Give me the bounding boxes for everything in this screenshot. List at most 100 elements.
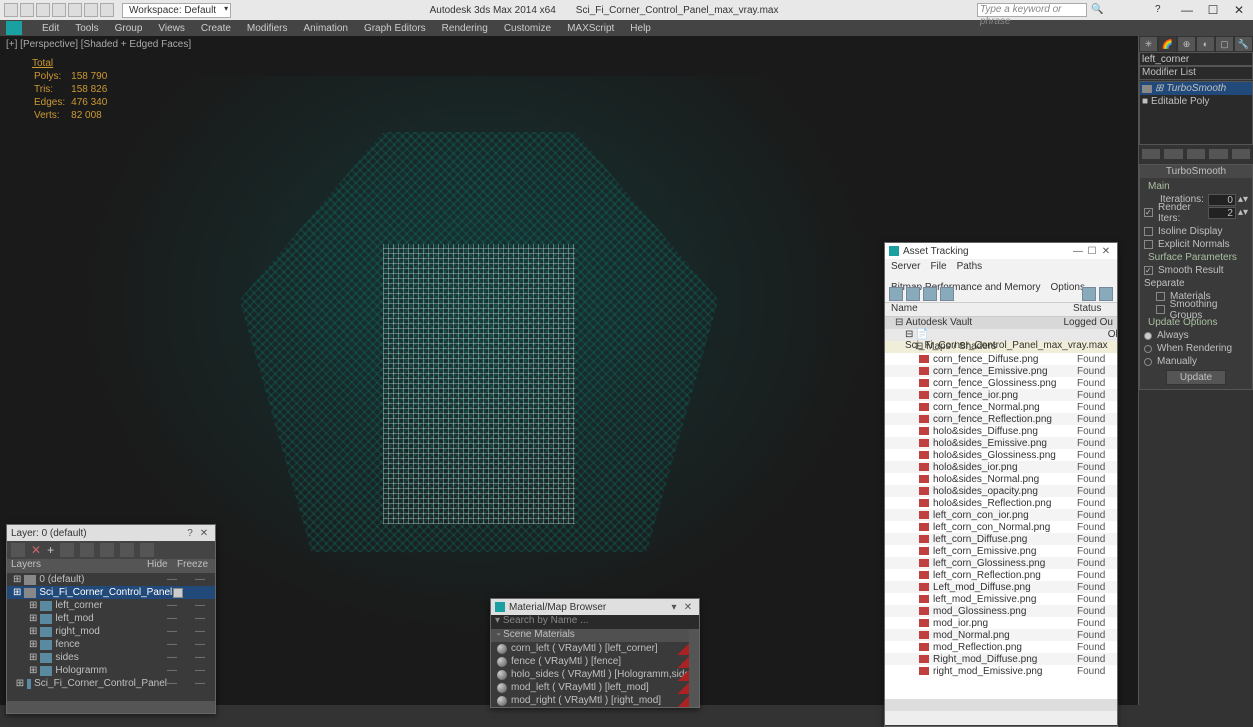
material-row[interactable]: mod_left ( VRayMtl ) [left_mod] [491,681,699,694]
make-unique-icon[interactable] [1186,148,1206,160]
settings-icon[interactable] [1099,287,1113,301]
pin-stack-icon[interactable] [1141,148,1161,160]
asset-group[interactable]: ⊟ Autodesk Vault Logged Ou [885,317,1117,329]
menu-file[interactable]: File [930,261,946,272]
thumb-icon[interactable] [940,287,954,301]
scrollbar[interactable] [7,701,215,713]
menu-edit[interactable]: Edit [42,23,59,34]
asset-row[interactable]: left_mod_Emissive.pngFound [885,593,1117,605]
layer-row[interactable]: ⊞Sci_Fi_Corner_Control_Panel [7,586,215,599]
refresh-icon[interactable] [889,287,903,301]
asset-row[interactable]: mod_ior.pngFound [885,617,1117,629]
asset-row[interactable]: left_corn_con_Normal.pngFound [885,521,1117,533]
menu-customize[interactable]: Customize [504,23,551,34]
layer-row[interactable]: ⊞right_mod—— [7,625,215,638]
close-icon[interactable]: ✕ [197,528,211,539]
asset-row[interactable]: corn_fence_Reflection.pngFound [885,413,1117,425]
asset-row[interactable]: corn_fence_Emissive.pngFound [885,365,1117,377]
section-scene-materials[interactable]: - Scene Materials [491,629,699,642]
hide-icon[interactable] [100,543,114,557]
tab-motion-icon[interactable]: ◐ [1196,36,1215,52]
menu-modifiers[interactable]: Modifiers [247,23,288,34]
close-icon[interactable]: ✕ [1099,246,1113,257]
infocenter-icon[interactable]: 🔍 [1091,4,1103,16]
asset-row[interactable]: corn_fence_ior.pngFound [885,389,1117,401]
render-iters-checkbox[interactable] [1144,208,1153,217]
workspace-dropdown[interactable]: Workspace: Default [122,3,231,18]
when-rendering-radio[interactable] [1144,345,1152,353]
explicit-checkbox[interactable] [1144,240,1153,249]
asset-row[interactable]: holo&sides_Normal.pngFound [885,473,1117,485]
layer-row[interactable]: ⊞left_mod—— [7,612,215,625]
stack-item[interactable]: ⊞ TurboSmooth [1140,82,1252,95]
help-icon[interactable]: ? [183,528,197,539]
props-icon[interactable] [140,543,154,557]
object-name-input[interactable] [1139,52,1253,66]
new-layer-icon[interactable] [11,543,25,557]
iterations-spinner[interactable]: 0 [1208,194,1236,206]
asset-row[interactable]: Left_mod_Diffuse.pngFound [885,581,1117,593]
minimize-icon[interactable]: — [1177,3,1197,17]
layer-row[interactable]: ⊞fence—— [7,638,215,651]
options-icon[interactable]: ▾ [667,602,681,613]
modifier-stack[interactable]: ⊞ TurboSmooth ■ Editable Poly [1139,81,1253,145]
asset-row[interactable]: left_corn_con_ior.pngFound [885,509,1117,521]
menu-group[interactable]: Group [115,23,143,34]
isoline-checkbox[interactable] [1144,227,1153,236]
asset-row[interactable]: right_mod_Emissive.pngFound [885,665,1117,677]
manually-radio[interactable] [1144,358,1152,366]
tab-display-icon[interactable]: ▢ [1215,36,1234,52]
modifier-list-dropdown[interactable]: Modifier List [1139,66,1253,80]
layer-row[interactable]: ⊞left_corner—— [7,599,215,612]
menu-tools[interactable]: Tools [75,23,98,34]
freeze-icon[interactable] [120,543,134,557]
layer-row[interactable]: ⊞sides—— [7,651,215,664]
scrollbar[interactable] [689,629,699,707]
menu-maxscript[interactable]: MAXScript [567,23,614,34]
material-search[interactable]: ▾ Search by Name ... [491,615,699,629]
always-radio[interactable] [1144,332,1152,340]
smooth-result-checkbox[interactable] [1144,266,1153,275]
undo-icon[interactable] [68,3,82,17]
tab-create-icon[interactable]: ✳ [1139,36,1158,52]
asset-row[interactable]: left_corn_Emissive.pngFound [885,545,1117,557]
help-icon[interactable]: ? [1155,4,1167,16]
tab-hierarchy-icon[interactable]: ⊕ [1177,36,1196,52]
render-iters-spinner[interactable]: 2 [1208,207,1236,219]
save-icon[interactable] [52,3,66,17]
favorites-icon[interactable] [1139,4,1151,16]
asset-row[interactable]: corn_fence_Normal.pngFound [885,401,1117,413]
stack-item[interactable]: ■ Editable Poly [1140,95,1252,108]
asset-row[interactable]: mod_Glossiness.pngFound [885,605,1117,617]
configure-icon[interactable] [1231,148,1251,160]
asset-row[interactable]: mod_Normal.pngFound [885,629,1117,641]
app-logo-icon[interactable] [6,21,22,35]
asset-row[interactable]: holo&sides_Emissive.pngFound [885,437,1117,449]
layer-row[interactable]: ⊞Sci_Fi_Corner_Control_Panel—— [7,677,215,690]
show-end-result-icon[interactable] [1163,148,1183,160]
tree-icon[interactable] [906,287,920,301]
status-icon[interactable] [1082,287,1096,301]
material-row[interactable]: holo_sides ( VRayMtl ) [Hologramm,sides] [491,668,699,681]
maximize-icon[interactable]: ☐ [1203,3,1223,17]
asset-row[interactable]: holo&sides_opacity.pngFound [885,485,1117,497]
menu-help[interactable]: Help [630,23,651,34]
search-input[interactable]: Type a keyword or phrase [977,3,1087,17]
app-menu-icon[interactable] [4,3,18,17]
asset-row[interactable]: holo&sides_Diffuse.pngFound [885,425,1117,437]
asset-row[interactable]: holo&sides_Reflection.pngFound [885,497,1117,509]
layer-row[interactable]: ⊞0 (default)—— [7,573,215,586]
exchange-icon[interactable] [1123,4,1135,16]
maximize-icon[interactable]: ☐ [1085,246,1099,257]
smgroups-checkbox[interactable] [1156,305,1165,314]
viewport[interactable]: [+] [Perspective] [Shaded + Edged Faces]… [0,36,1138,705]
menu-animation[interactable]: Animation [303,23,347,34]
col-status[interactable]: Status [1073,303,1117,316]
signin-icon[interactable] [1107,4,1119,16]
col-name[interactable]: Name [885,303,1073,316]
material-row[interactable]: fence ( VRayMtl ) [fence] [491,655,699,668]
asset-scene-row[interactable]: ⊟ 📄 Sci_Fi_Corner_Control_Panel_max_vray… [885,329,1117,341]
update-button[interactable]: Update [1166,370,1226,385]
asset-row[interactable]: Right_mod_Diffuse.pngFound [885,653,1117,665]
add-selection-icon[interactable]: + [47,543,54,557]
